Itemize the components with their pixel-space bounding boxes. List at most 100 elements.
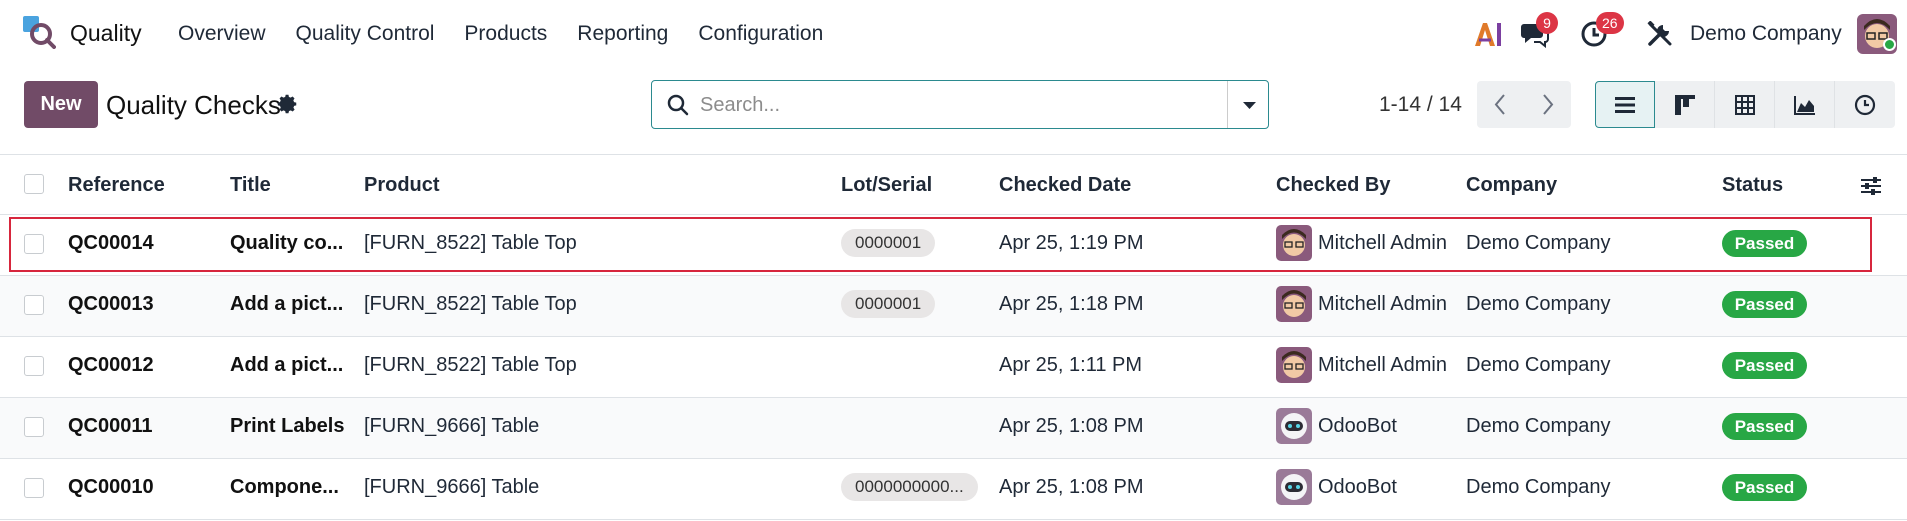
pivot-table-icon <box>1734 94 1755 115</box>
ai-assistant-icon[interactable] <box>1473 20 1503 48</box>
cell-checked-date: Apr 25, 1:19 PM <box>999 232 1144 254</box>
status-badge: Passed <box>1722 230 1807 257</box>
list-icon <box>1615 96 1635 113</box>
cell-checked-date: Apr 25, 1:08 PM <box>999 476 1144 498</box>
cell-company: Demo Company <box>1466 293 1611 315</box>
status-badge: Passed <box>1722 291 1807 318</box>
pager-buttons <box>1477 81 1571 128</box>
top-navbar: Quality Overview Quality Control Product… <box>0 0 1907 68</box>
cell-product: [FURN_8522] Table Top <box>364 232 577 254</box>
cell-checked-by: Mitchell Admin <box>1318 232 1447 254</box>
app-name[interactable]: Quality <box>70 20 142 47</box>
cell-product: [FURN_8522] Table Top <box>364 354 577 376</box>
kanban-view-button[interactable] <box>1655 81 1715 128</box>
lot-serial-chip: 0000000000... <box>841 473 978 501</box>
messages-badge: 9 <box>1536 12 1558 34</box>
cell-product: [FURN_8522] Table Top <box>364 293 577 315</box>
cell-reference: QC00011 <box>68 415 153 437</box>
main-menu: Overview Quality Control Products Report… <box>178 22 853 46</box>
kanban-icon <box>1674 94 1695 115</box>
cell-checked-date: Apr 25, 1:11 PM <box>999 354 1143 376</box>
cell-title: Quality co... <box>230 232 344 254</box>
company-switcher[interactable]: Demo Company <box>1690 22 1842 46</box>
header-product[interactable]: Product <box>364 174 440 197</box>
new-button[interactable]: New <box>24 81 98 128</box>
row-checkbox[interactable] <box>24 478 44 498</box>
table-header: Reference Title Product Lot/Serial Check… <box>0 154 1907 215</box>
header-checked-by[interactable]: Checked By <box>1276 174 1391 197</box>
select-all-checkbox[interactable] <box>24 174 44 194</box>
cell-checked-by: Mitchell Admin <box>1318 354 1447 376</box>
header-title[interactable]: Title <box>230 174 271 197</box>
activity-view-button[interactable] <box>1835 81 1895 128</box>
cell-product: [FURN_9666] Table <box>364 476 540 498</box>
cell-title: Add a pict... <box>230 293 344 315</box>
pager-value[interactable]: 1-14 / 14 <box>1379 93 1462 117</box>
cell-company: Demo Company <box>1466 232 1611 254</box>
table-row[interactable]: QC00010 Compone... [FURN_9666] Table 000… <box>0 459 1907 520</box>
cell-reference: QC00010 <box>68 476 154 498</box>
list-view-button[interactable] <box>1595 81 1655 128</box>
cell-title: Compone... <box>230 476 339 498</box>
cell-checked-by: Mitchell Admin <box>1318 293 1447 315</box>
page-title[interactable]: Quality Checks <box>106 90 281 121</box>
cell-reference: QC00013 <box>68 293 154 315</box>
cell-checked-date: Apr 25, 1:08 PM <box>999 415 1144 437</box>
menu-configuration[interactable]: Configuration <box>698 22 823 46</box>
cell-product: [FURN_9666] Table <box>364 415 540 437</box>
cell-checked-by: OdooBot <box>1318 415 1397 437</box>
menu-overview[interactable]: Overview <box>178 22 266 46</box>
header-company[interactable]: Company <box>1466 174 1557 197</box>
column-settings-icon[interactable] <box>1859 174 1883 198</box>
cell-company: Demo Company <box>1466 476 1611 498</box>
avatar <box>1276 225 1312 261</box>
avatar <box>1276 408 1312 444</box>
online-status-dot <box>1883 38 1896 51</box>
header-checked-date[interactable]: Checked Date <box>999 174 1131 197</box>
cell-title: Print Labels <box>230 415 345 437</box>
menu-reporting[interactable]: Reporting <box>577 22 668 46</box>
header-status[interactable]: Status <box>1722 174 1783 197</box>
cell-reference: QC00012 <box>68 354 154 376</box>
cell-checked-by: OdooBot <box>1318 476 1397 498</box>
table-row[interactable]: QC00014 Quality co... [FURN_8522] Table … <box>0 215 1907 276</box>
chevron-left-icon[interactable] <box>1477 81 1524 128</box>
status-badge: Passed <box>1722 352 1807 379</box>
menu-quality-control[interactable]: Quality Control <box>296 22 435 46</box>
row-checkbox[interactable] <box>24 417 44 437</box>
avatar <box>1276 286 1312 322</box>
cell-company: Demo Company <box>1466 354 1611 376</box>
view-switcher <box>1595 81 1895 128</box>
cell-checked-date: Apr 25, 1:18 PM <box>999 293 1144 315</box>
status-badge: Passed <box>1722 474 1807 501</box>
search-divider <box>1227 81 1228 128</box>
debug-tools-icon[interactable] <box>1647 21 1673 47</box>
table-row[interactable]: QC00011 Print Labels [FURN_9666] Table A… <box>0 398 1907 459</box>
search-icon <box>667 94 689 116</box>
cell-reference: QC00014 <box>68 232 154 254</box>
table-row[interactable]: QC00012 Add a pict... [FURN_8522] Table … <box>0 337 1907 398</box>
table-row[interactable]: QC00013 Add a pict... [FURN_8522] Table … <box>0 276 1907 337</box>
row-checkbox[interactable] <box>24 356 44 376</box>
gear-icon[interactable] <box>277 93 299 115</box>
menu-products[interactable]: Products <box>464 22 547 46</box>
avatar <box>1276 469 1312 505</box>
area-chart-icon <box>1793 95 1815 115</box>
cell-title: Add a pict... <box>230 354 344 376</box>
row-checkbox[interactable] <box>24 295 44 315</box>
lot-serial-chip: 0000001 <box>841 229 936 257</box>
chevron-down-icon[interactable] <box>1237 95 1262 115</box>
header-reference[interactable]: Reference <box>68 174 165 197</box>
header-lot-serial[interactable]: Lot/Serial <box>841 174 932 197</box>
search-bar <box>651 80 1269 129</box>
quality-app-icon[interactable] <box>22 15 56 49</box>
clock-icon <box>1854 94 1876 115</box>
graph-view-button[interactable] <box>1775 81 1835 128</box>
row-checkbox[interactable] <box>24 234 44 254</box>
pivot-view-button[interactable] <box>1715 81 1775 128</box>
cell-company: Demo Company <box>1466 415 1611 437</box>
lot-serial-chip: 0000001 <box>841 290 936 318</box>
search-input[interactable] <box>700 91 1200 119</box>
status-badge: Passed <box>1722 413 1807 440</box>
chevron-right-icon[interactable] <box>1524 81 1571 128</box>
